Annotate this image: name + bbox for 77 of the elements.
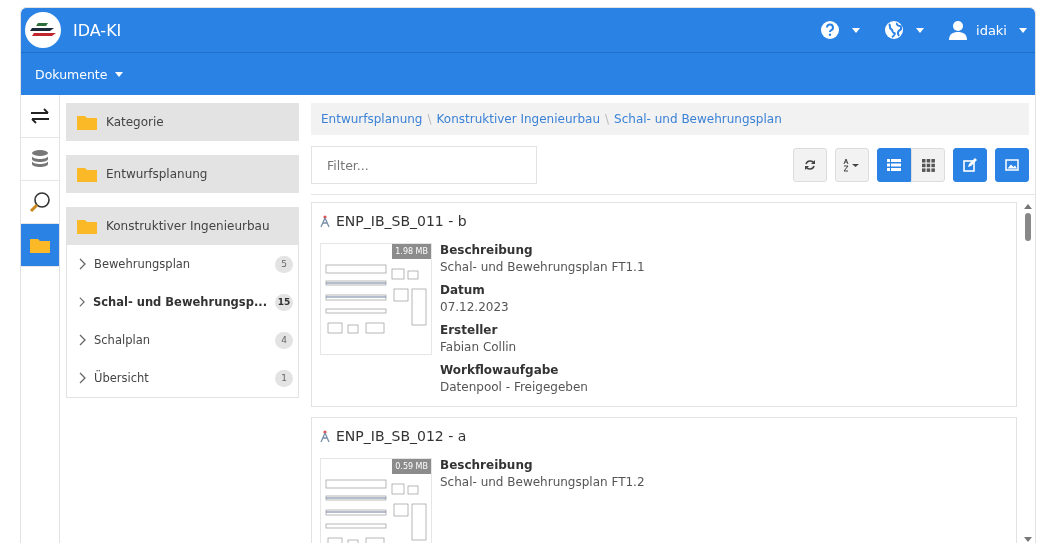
field-label: Workflowaufgabe bbox=[440, 363, 560, 377]
field-value: Datenpool - Freigegeben bbox=[440, 380, 589, 394]
breadcrumb-link[interactable]: Entwurfsplanung bbox=[321, 112, 423, 126]
user-icon bbox=[948, 20, 968, 40]
subfolder-label: Schalplan bbox=[94, 333, 151, 347]
scroll-down-icon[interactable] bbox=[1024, 537, 1032, 542]
compass-icon bbox=[320, 429, 330, 443]
folder-icon bbox=[77, 166, 97, 182]
breadcrumb-separator: \ bbox=[427, 112, 432, 126]
edit-button[interactable] bbox=[953, 148, 987, 182]
chevron-right-icon bbox=[79, 372, 86, 384]
document-title[interactable]: ENP_IB_SB_011 - b bbox=[336, 213, 467, 229]
sort-button[interactable] bbox=[835, 148, 869, 182]
field-label: Datum bbox=[440, 283, 486, 297]
chevron-right-icon bbox=[79, 258, 86, 270]
field-value: Schal- und Bewehrungsplan FT1.2 bbox=[440, 475, 645, 489]
category-folder-header[interactable]: Konstruktiver Ingenieurbau bbox=[66, 207, 299, 245]
logo-icon bbox=[25, 12, 61, 48]
scrollbar-thumb[interactable] bbox=[1025, 213, 1031, 241]
image-icon bbox=[1005, 159, 1019, 171]
filter-field[interactable]: Filter... bbox=[311, 146, 537, 184]
count-badge: 15 bbox=[275, 293, 293, 311]
breadcrumb-link[interactable]: Schal- und Bewehrungsplan bbox=[614, 112, 782, 126]
category-folder-header[interactable]: Kategorie bbox=[66, 103, 299, 141]
image-button[interactable] bbox=[995, 148, 1029, 182]
subfolder-label: Bewehrungsplan bbox=[94, 257, 192, 271]
list-view-button[interactable] bbox=[877, 148, 911, 182]
breadcrumb-separator: \ bbox=[605, 112, 610, 126]
caret-icon bbox=[916, 27, 924, 33]
subfolder-item[interactable]: Schalplan 4 bbox=[67, 321, 298, 359]
refresh-icon bbox=[804, 159, 816, 171]
help-icon bbox=[820, 20, 840, 40]
count-badge: 1 bbox=[275, 369, 293, 387]
scrollbar[interactable] bbox=[1021, 202, 1035, 543]
scroll-up-icon[interactable] bbox=[1024, 204, 1032, 209]
transfer-arrows-icon bbox=[30, 108, 50, 124]
field-label: Ersteller bbox=[440, 323, 499, 337]
subfolder-label: Übersicht bbox=[94, 371, 150, 385]
field-label: Beschreibung bbox=[440, 243, 534, 257]
list-icon bbox=[887, 159, 901, 171]
count-badge: 4 bbox=[275, 331, 293, 349]
field-label: Beschreibung bbox=[440, 458, 534, 472]
subfolder-item[interactable]: Übersicht 1 bbox=[67, 359, 298, 397]
grid-view-button[interactable] bbox=[911, 148, 945, 182]
database-icon bbox=[31, 149, 49, 169]
subfolder-item[interactable]: Schal- und Bewehrungsp... 15 bbox=[67, 283, 298, 321]
field-value: 07.12.2023 bbox=[440, 300, 510, 314]
documents-menu[interactable]: Dokumente bbox=[35, 66, 124, 82]
chevron-right-icon bbox=[79, 334, 86, 346]
chevron-right-icon bbox=[79, 296, 85, 308]
app-title: IDA-KI bbox=[73, 20, 122, 40]
refresh-button[interactable] bbox=[793, 148, 827, 182]
subfolder-label: Schal- und Bewehrungsp... bbox=[93, 295, 267, 309]
caret-icon bbox=[115, 71, 124, 77]
file-size-badge: 0.59 MB bbox=[392, 459, 431, 474]
grid-icon bbox=[921, 158, 935, 172]
subfolder-item[interactable]: Bewehrungsplan 5 bbox=[67, 245, 298, 283]
language-menu-button[interactable] bbox=[884, 20, 924, 40]
user-menu-button[interactable]: idaki bbox=[948, 20, 1027, 40]
folder-icon bbox=[77, 218, 97, 234]
caret-icon bbox=[1019, 27, 1027, 33]
folder-icon bbox=[30, 237, 50, 253]
category-folder-header[interactable]: Entwurfsplanung bbox=[66, 155, 299, 193]
compass-icon bbox=[320, 214, 330, 228]
caret-icon bbox=[852, 27, 860, 33]
help-menu-button[interactable] bbox=[820, 20, 860, 40]
count-badge: 5 bbox=[275, 255, 293, 273]
field-value: Fabian Collin bbox=[440, 340, 518, 354]
folder-icon bbox=[77, 114, 97, 130]
search-icon bbox=[29, 191, 51, 213]
sort-icon bbox=[843, 158, 861, 172]
breadcrumb-link[interactable]: Konstruktiver Ingenieurbau bbox=[436, 112, 601, 126]
document-title[interactable]: ENP_IB_SB_012 - a bbox=[336, 428, 467, 444]
globe-icon bbox=[884, 20, 904, 40]
field-value: Schal- und Bewehrungsplan FT1.1 bbox=[440, 260, 645, 274]
edit-icon bbox=[963, 158, 977, 172]
file-size-badge: 1.98 MB bbox=[392, 244, 431, 259]
